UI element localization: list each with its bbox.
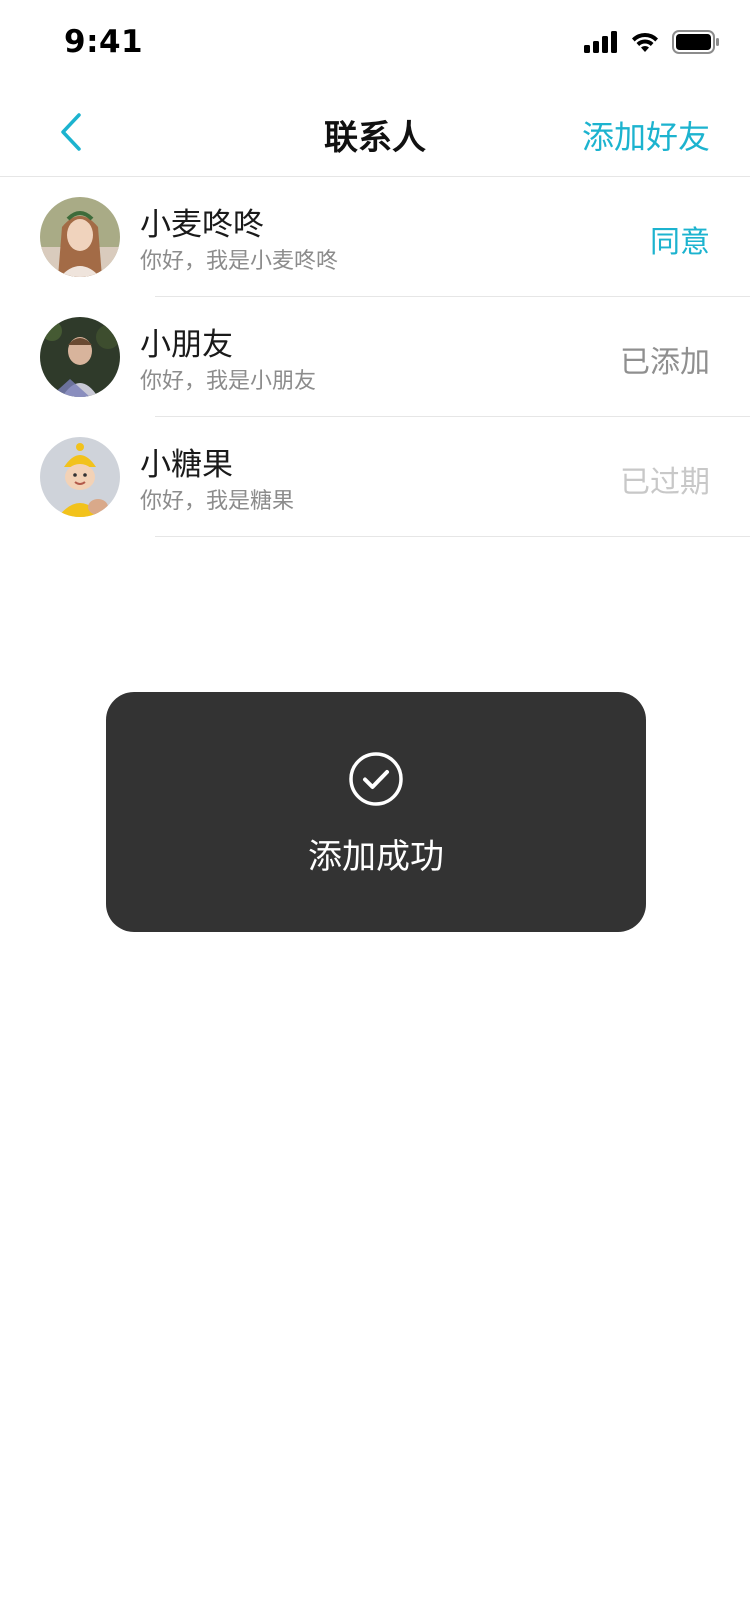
status-bar: 9:41 xyxy=(0,0,750,88)
avatar xyxy=(40,317,120,397)
avatar xyxy=(40,197,120,277)
added-status: 已添加 xyxy=(620,345,710,380)
nav-bar: 联系人 添加好友 xyxy=(0,88,750,177)
accept-button[interactable]: 同意 xyxy=(650,217,710,261)
list-item[interactable]: 小麦咚咚 你好，我是小麦咚咚 同意 xyxy=(0,177,750,297)
avatar xyxy=(40,437,120,517)
contact-message: 你好，我是小麦咚咚 xyxy=(140,249,339,274)
list-item[interactable]: 小糖果 你好，我是糖果 已过期 xyxy=(0,417,750,537)
add-friend-button[interactable]: 添加好友 xyxy=(582,112,710,158)
status-icons xyxy=(584,30,720,54)
contact-message: 你好，我是糖果 xyxy=(140,489,295,514)
success-toast: 添加成功 xyxy=(106,692,646,932)
contact-list: 小麦咚咚 你好，我是小麦咚咚 同意 小朋友 你好，我是小朋友 已添加 小糖果 你… xyxy=(0,177,750,537)
status-time: 9:41 xyxy=(64,24,144,60)
divider xyxy=(155,536,750,537)
wifi-icon xyxy=(632,32,658,52)
signal-icon xyxy=(584,31,617,53)
contact-message: 你好，我是小朋友 xyxy=(140,369,317,394)
expired-status: 已过期 xyxy=(620,465,710,500)
contact-name: 小朋友 xyxy=(140,327,233,363)
list-item[interactable]: 小朋友 你好，我是小朋友 已添加 xyxy=(0,297,750,417)
toast-message: 添加成功 xyxy=(308,836,444,877)
check-circle-icon xyxy=(349,751,403,806)
contact-name: 小糖果 xyxy=(140,447,233,483)
contact-name: 小麦咚咚 xyxy=(140,207,264,243)
battery-icon xyxy=(672,30,719,54)
